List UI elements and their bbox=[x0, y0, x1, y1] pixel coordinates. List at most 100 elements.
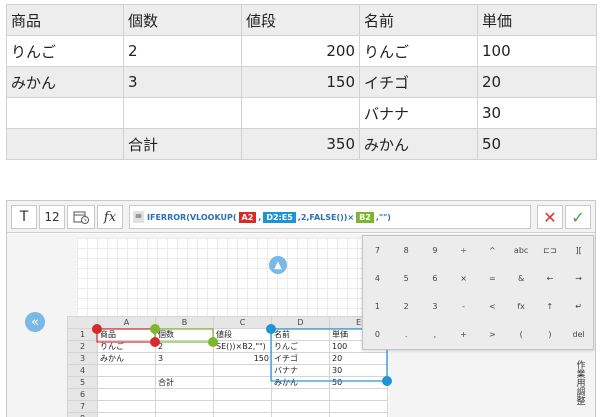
keypad-key[interactable]: 2 bbox=[392, 293, 421, 321]
grid-cell[interactable] bbox=[155, 412, 214, 417]
keypad-key[interactable]: 9 bbox=[421, 236, 450, 264]
keypad-key[interactable]: . bbox=[392, 321, 421, 349]
keypad-key[interactable]: ) bbox=[536, 321, 565, 349]
row-header[interactable]: 5 bbox=[67, 376, 98, 389]
keypad-key[interactable]: ← bbox=[536, 264, 565, 292]
grid-cell[interactable]: 50 bbox=[329, 376, 388, 389]
side-panel-label[interactable]: 作業用調整 bbox=[573, 362, 589, 407]
keypad-key[interactable]: 6 bbox=[421, 264, 450, 292]
keypad-key[interactable]: ][ bbox=[564, 236, 593, 264]
grid-cell[interactable] bbox=[155, 364, 214, 377]
calendar-clock-icon[interactable] bbox=[67, 205, 95, 229]
result-cell: 値段 bbox=[241, 4, 360, 36]
row-header[interactable]: 7 bbox=[67, 400, 98, 413]
formula-ref-b2[interactable]: B2 bbox=[356, 211, 374, 223]
grid-cell[interactable]: バナナ bbox=[271, 364, 330, 377]
grid-cell[interactable] bbox=[97, 400, 156, 413]
corner-cell[interactable] bbox=[67, 316, 98, 329]
formula-input[interactable]: = IFERROR(VLOOKUP( A2 , D2:E5 ,2,FALSE()… bbox=[129, 205, 531, 229]
grid-cell[interactable]: りんご bbox=[271, 340, 330, 353]
grid-cell[interactable]: りんご bbox=[97, 340, 156, 353]
grid-cell[interactable]: 150 bbox=[213, 352, 272, 365]
grid-cell[interactable] bbox=[271, 412, 330, 417]
keypad-key[interactable]: 7 bbox=[363, 236, 392, 264]
keypad-key[interactable]: & bbox=[507, 264, 536, 292]
text-format-button[interactable]: T bbox=[11, 205, 37, 229]
row-header[interactable]: 8 bbox=[67, 412, 98, 417]
grid-cell[interactable] bbox=[213, 412, 272, 417]
keypad-key[interactable]: 4 bbox=[363, 264, 392, 292]
keypad-key[interactable]: , bbox=[421, 321, 450, 349]
grid-cell[interactable]: 個数 bbox=[155, 328, 214, 341]
scroll-up-icon[interactable]: ▲ bbox=[269, 256, 287, 274]
collapse-left-icon[interactable]: « bbox=[25, 312, 45, 332]
result-cell bbox=[241, 97, 360, 129]
grid-cell[interactable] bbox=[97, 364, 156, 377]
keypad-key[interactable]: 5 bbox=[392, 264, 421, 292]
grid-cell[interactable] bbox=[155, 388, 214, 401]
grid-cell[interactable] bbox=[329, 388, 388, 401]
row-header[interactable]: 4 bbox=[67, 364, 98, 377]
grid-cell[interactable] bbox=[97, 388, 156, 401]
grid-cell[interactable] bbox=[213, 364, 272, 377]
formula-ref-a2[interactable]: A2 bbox=[238, 211, 257, 223]
keypad-key[interactable]: del bbox=[564, 321, 593, 349]
grid-cell[interactable]: 20 bbox=[329, 352, 388, 365]
grid-cell[interactable] bbox=[97, 412, 156, 417]
keypad-key[interactable]: 0 bbox=[363, 321, 392, 349]
grid-cell[interactable]: SE())×B2,"") bbox=[213, 340, 272, 353]
grid-row: 5 合計 みかん 50 bbox=[67, 376, 388, 389]
grid-cell[interactable]: 合計 bbox=[155, 376, 214, 389]
keypad-key[interactable]: → bbox=[564, 264, 593, 292]
keypad-key[interactable]: ^ bbox=[478, 236, 507, 264]
formula-ref-d2e5[interactable]: D2:E5 bbox=[263, 211, 296, 223]
grid-cell[interactable] bbox=[97, 376, 156, 389]
keypad-key[interactable]: ÷ bbox=[449, 236, 478, 264]
grid-cell[interactable]: 値段 bbox=[213, 328, 272, 341]
keypad-key[interactable]: abc bbox=[507, 236, 536, 264]
keypad-key[interactable]: = bbox=[478, 264, 507, 292]
grid-cell[interactable] bbox=[271, 388, 330, 401]
grid-row: 1 商品 個数 値段 名前 単価 bbox=[67, 328, 388, 341]
keypad-key[interactable]: ⊏⊐ bbox=[536, 236, 565, 264]
column-header[interactable]: C bbox=[213, 316, 272, 329]
grid-cell[interactable]: みかん bbox=[271, 376, 330, 389]
grid-cell[interactable]: 2 bbox=[155, 340, 214, 353]
grid-cell[interactable] bbox=[155, 400, 214, 413]
keypad-key[interactable]: 3 bbox=[421, 293, 450, 321]
keypad-key[interactable]: + bbox=[449, 321, 478, 349]
column-header[interactable]: D bbox=[271, 316, 330, 329]
row-header[interactable]: 3 bbox=[67, 352, 98, 365]
keypad-key[interactable]: < bbox=[478, 293, 507, 321]
keypad-key[interactable]: 1 bbox=[363, 293, 392, 321]
grid-cell[interactable] bbox=[213, 376, 272, 389]
keypad-key[interactable]: - bbox=[449, 293, 478, 321]
grid-cell[interactable]: 名前 bbox=[271, 328, 330, 341]
grid-cell[interactable]: 商品 bbox=[97, 328, 156, 341]
row-header[interactable]: 2 bbox=[67, 340, 98, 353]
keypad-key[interactable]: 8 bbox=[392, 236, 421, 264]
font-size-button[interactable]: 12 bbox=[39, 205, 65, 229]
grid-cell[interactable] bbox=[329, 412, 388, 417]
keypad-key[interactable]: ↵ bbox=[564, 293, 593, 321]
grid-cell[interactable]: イチゴ bbox=[271, 352, 330, 365]
grid-cell[interactable] bbox=[213, 400, 272, 413]
grid-cell[interactable] bbox=[271, 400, 330, 413]
keypad-key[interactable]: ( bbox=[507, 321, 536, 349]
confirm-button[interactable]: ✓ bbox=[565, 205, 591, 229]
grid-cell[interactable]: 30 bbox=[329, 364, 388, 377]
grid-cell[interactable]: みかん bbox=[97, 352, 156, 365]
keypad-key[interactable]: > bbox=[478, 321, 507, 349]
keypad-key[interactable]: × bbox=[449, 264, 478, 292]
grid-cell[interactable] bbox=[329, 400, 388, 413]
row-header[interactable]: 1 bbox=[67, 328, 98, 341]
grid-cell[interactable] bbox=[213, 388, 272, 401]
column-header[interactable]: A bbox=[97, 316, 156, 329]
function-button[interactable]: fx bbox=[97, 205, 123, 229]
grid-cell[interactable]: 3 bbox=[155, 352, 214, 365]
keypad-key[interactable]: ↑ bbox=[536, 293, 565, 321]
cancel-button[interactable]: ✕ bbox=[537, 205, 563, 229]
row-header[interactable]: 6 bbox=[67, 388, 98, 401]
column-header[interactable]: B bbox=[155, 316, 214, 329]
keypad-key[interactable]: fx bbox=[507, 293, 536, 321]
